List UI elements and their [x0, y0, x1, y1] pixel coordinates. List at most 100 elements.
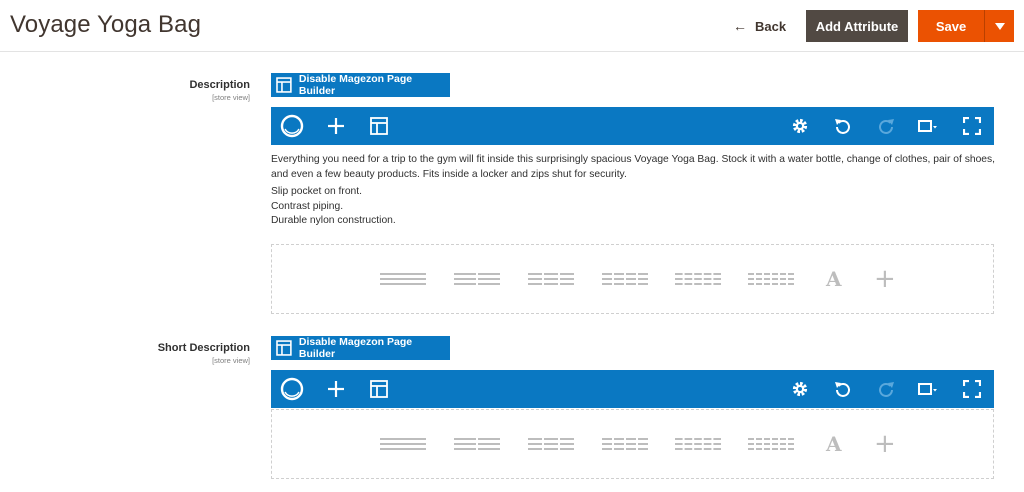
page-builder-icon: [276, 77, 292, 93]
redo-icon[interactable]: [871, 107, 901, 145]
column-line: [684, 443, 693, 445]
layout-add-element-icon[interactable]: +: [868, 264, 916, 294]
column-line: [703, 278, 712, 280]
column-line: [675, 448, 683, 450]
disable-builder-label: Disable Magezon Page Builder: [298, 336, 413, 360]
layout-add-element-icon[interactable]: +: [868, 429, 916, 459]
column-line: [756, 448, 762, 450]
4-columns-shape: [602, 438, 648, 450]
add-attribute-button[interactable]: Add Attribute: [806, 10, 908, 42]
column-line: [703, 438, 712, 440]
responsive-icon[interactable]: [913, 107, 943, 145]
column-line: [764, 448, 770, 450]
undo-icon[interactable]: [828, 370, 858, 408]
column-line: [780, 278, 786, 280]
column-line: [788, 443, 794, 445]
layout-2-columns-icon[interactable]: [453, 269, 501, 289]
layout-5-columns-icon[interactable]: [674, 269, 722, 289]
column-line: [380, 273, 426, 275]
column-line: [638, 283, 648, 285]
column-line: [544, 278, 558, 280]
column-line: [638, 278, 648, 280]
column-line: [380, 438, 426, 440]
column-line: [454, 278, 476, 280]
column-line: [544, 283, 558, 285]
column-line: [713, 283, 721, 285]
responsive-icon[interactable]: [913, 370, 943, 408]
5-columns-shape: [675, 438, 721, 450]
column-line: [454, 273, 476, 275]
column-line: [684, 438, 693, 440]
layout-3-columns-icon[interactable]: [527, 269, 575, 289]
undo-icon[interactable]: [828, 107, 858, 145]
short-description-label-group: Short Description [store view]: [0, 342, 250, 365]
column-line: [764, 278, 770, 280]
layout-5-columns-icon[interactable]: [674, 434, 722, 454]
column-line: [560, 273, 574, 275]
column-line: [478, 278, 500, 280]
column-line: [380, 278, 426, 280]
column-line: [748, 438, 754, 440]
layout-1-column-icon[interactable]: [379, 434, 427, 454]
column-line: [675, 278, 683, 280]
templates-icon[interactable]: [364, 370, 394, 408]
layout-2-columns-icon[interactable]: [453, 434, 501, 454]
column-line: [772, 448, 778, 450]
disable-page-builder-button[interactable]: Disable Magezon Page Builder: [271, 73, 450, 97]
column-line: [780, 443, 786, 445]
3-columns-shape: [528, 438, 574, 450]
column-line: [626, 438, 636, 440]
description-content[interactable]: Everything you need for a trip to the gy…: [271, 153, 996, 229]
disable-page-builder-button[interactable]: Disable Magezon Page Builder: [271, 336, 450, 360]
add-element-icon[interactable]: [321, 107, 351, 145]
column-line: [614, 283, 624, 285]
builder-logo-icon[interactable]: [277, 370, 307, 408]
column-line: [756, 443, 762, 445]
builder-toolbar: [271, 107, 994, 145]
fullscreen-icon[interactable]: [957, 370, 987, 408]
save-options-toggle[interactable]: [985, 10, 1014, 42]
column-line: [748, 283, 754, 285]
save-button[interactable]: Save: [918, 10, 984, 42]
add-element-glyph: +: [874, 434, 896, 454]
column-line: [560, 283, 574, 285]
back-label: Back: [755, 18, 787, 34]
text-element-shape: A: [825, 267, 842, 291]
column-line: [528, 278, 542, 280]
redo-icon[interactable]: [871, 370, 901, 408]
column-line: [780, 283, 786, 285]
back-button[interactable]: ← Back: [733, 11, 786, 41]
layout-6-columns-icon[interactable]: [747, 269, 795, 289]
column-line: [703, 283, 712, 285]
column-line: [638, 273, 648, 275]
column-line: [478, 448, 500, 450]
builder-logo-icon[interactable]: [277, 107, 307, 145]
fullscreen-icon[interactable]: [957, 107, 987, 145]
column-line: [602, 273, 612, 275]
column-line: [788, 448, 794, 450]
layout-4-columns-icon[interactable]: [601, 434, 649, 454]
6-columns-shape: [748, 438, 794, 450]
column-line: [560, 448, 574, 450]
1-column-shape: [380, 273, 426, 285]
column-line: [602, 443, 612, 445]
column-line: [544, 438, 558, 440]
short-description-label: Short Description: [157, 342, 250, 354]
column-line: [756, 283, 762, 285]
column-line: [544, 273, 558, 275]
layout-6-columns-icon[interactable]: [747, 434, 795, 454]
settings-icon[interactable]: [785, 370, 815, 408]
layout-text-element-icon[interactable]: A: [820, 267, 868, 291]
layout-3-columns-icon[interactable]: [527, 434, 575, 454]
layout-1-column-icon[interactable]: [379, 269, 427, 289]
add-element-glyph: +: [874, 269, 896, 289]
column-line: [675, 273, 683, 275]
settings-icon[interactable]: [785, 107, 815, 145]
templates-icon[interactable]: [364, 107, 394, 145]
2-columns-shape: [454, 273, 500, 285]
layout-4-columns-icon[interactable]: [601, 269, 649, 289]
add-element-icon[interactable]: [321, 370, 351, 408]
column-line: [602, 448, 612, 450]
layout-text-element-icon[interactable]: A: [820, 432, 868, 456]
column-line: [528, 273, 542, 275]
